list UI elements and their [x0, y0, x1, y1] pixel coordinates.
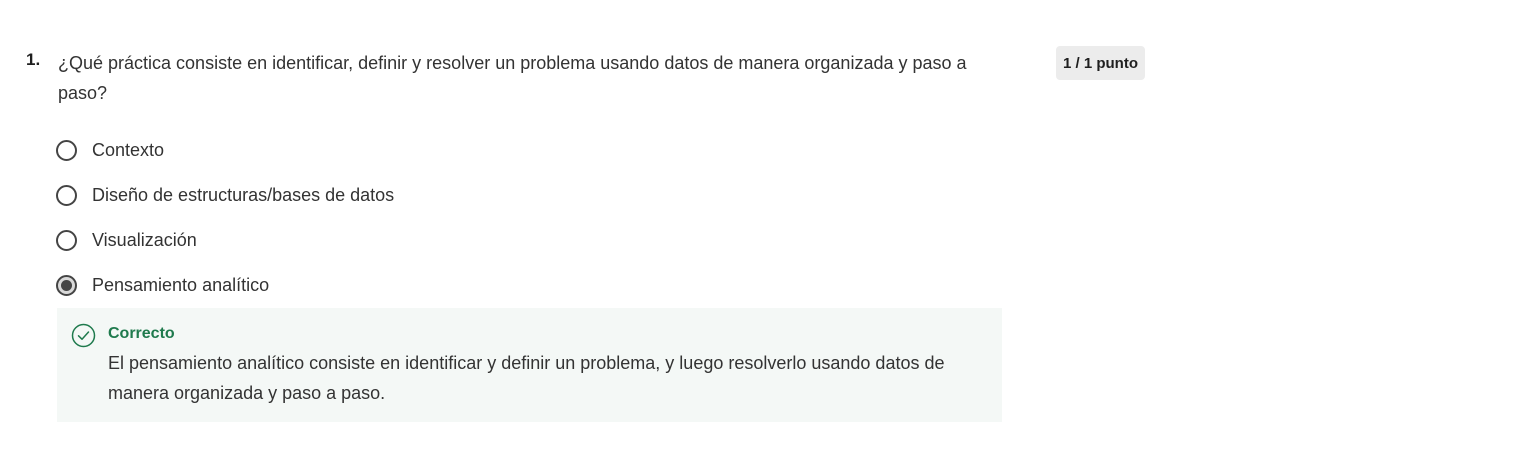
option-label: Visualización	[92, 230, 197, 250]
option-label: Contexto	[92, 140, 165, 160]
radio-button[interactable]	[56, 230, 77, 251]
option-contexto[interactable]: Contexto	[56, 128, 394, 173]
radio-button-selected[interactable]	[56, 275, 77, 296]
question-number: 1.	[26, 50, 41, 69]
radio-button[interactable]	[56, 185, 77, 206]
question-text: ¿Qué práctica consiste en identificar, d…	[58, 53, 967, 103]
option-visualizacion[interactable]: Visualización	[56, 218, 394, 263]
answer-options: Contexto Diseño de estructuras/bases de …	[56, 128, 394, 308]
points-badge: 1 / 1 punto	[1056, 46, 1145, 80]
feedback-text: El pensamiento analítico consiste en ide…	[108, 353, 945, 403]
feedback-status: Correcto	[108, 325, 175, 342]
option-pensamiento-analitico[interactable]: Pensamiento analítico	[56, 263, 394, 308]
feedback-panel: Correcto El pensamiento analítico consis…	[57, 308, 1002, 422]
option-label: Pensamiento analítico	[92, 275, 270, 295]
option-label: Diseño de estructuras/bases de datos	[92, 185, 395, 205]
check-circle-icon	[71, 323, 96, 348]
radio-button[interactable]	[56, 140, 77, 161]
option-diseno-estructuras[interactable]: Diseño de estructuras/bases de datos	[56, 173, 394, 218]
